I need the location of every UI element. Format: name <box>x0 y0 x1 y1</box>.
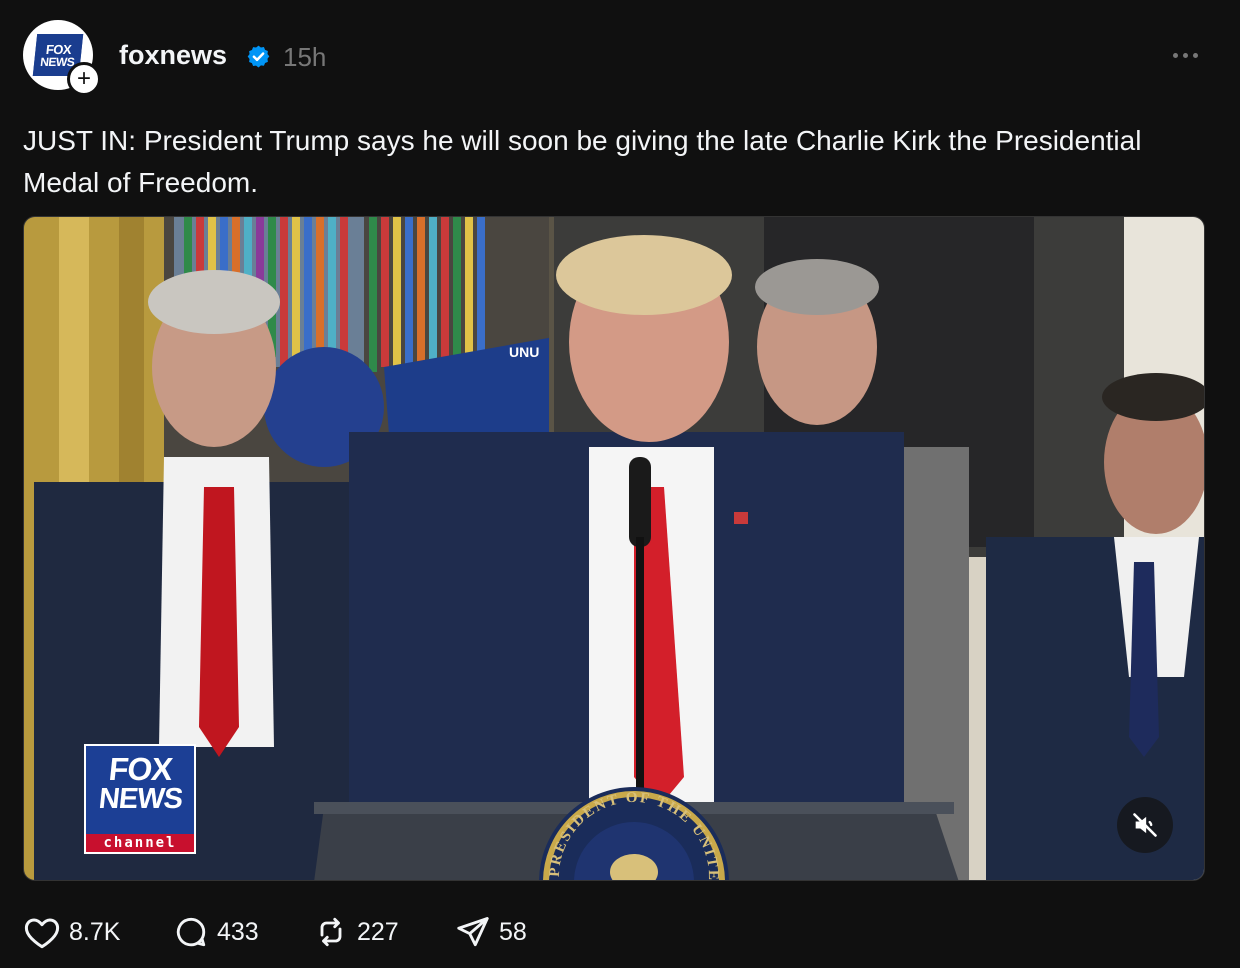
like-button[interactable]: 8.7K <box>23 914 120 950</box>
avatar-logo-fox: FOX <box>45 41 73 57</box>
share-count: 58 <box>499 917 527 946</box>
post-timestamp: 15h <box>283 42 327 72</box>
repost-button[interactable]: 227 <box>313 914 399 950</box>
logo-fox-text: FOX <box>106 751 174 787</box>
avatar[interactable]: FOX NEWS + <box>23 20 101 96</box>
follow-button[interactable]: + <box>67 62 101 96</box>
video-frame: UNU PRESIDENT OF THE UNITE <box>24 217 1204 880</box>
video-player[interactable]: UNU PRESIDENT OF THE UNITE FOX NEWS chan… <box>23 216 1205 881</box>
share-button[interactable]: 58 <box>455 914 527 950</box>
logo-channel-text: channel <box>86 834 194 852</box>
verified-badge-icon <box>247 45 270 68</box>
more-options-button[interactable] <box>1165 40 1205 70</box>
post-caption: JUST IN: President Trump says he will so… <box>23 125 1142 198</box>
heart-icon <box>24 918 60 949</box>
flag-text: UNU <box>509 344 539 360</box>
more-icon-dot <box>1182 52 1188 58</box>
logo-news-text: NEWS <box>96 783 184 815</box>
reply-button[interactable]: 433 <box>173 914 259 950</box>
comment-icon <box>176 917 206 947</box>
like-count: 8.7K <box>69 917 121 946</box>
repost-icon <box>320 917 342 947</box>
mute-icon <box>1133 813 1157 837</box>
threads-post: FOX NEWS + foxnews 15h JUST IN: Presiden… <box>0 0 1240 968</box>
avatar-logo-news: NEWS <box>39 54 76 69</box>
share-icon <box>457 917 489 947</box>
more-icon-dot <box>1192 52 1198 58</box>
mute-toggle-button[interactable] <box>1117 797 1173 853</box>
fox-news-channel-logo: FOX NEWS channel <box>84 744 196 854</box>
reply-count: 433 <box>217 917 259 946</box>
username[interactable]: foxnews <box>119 40 227 71</box>
repost-count: 227 <box>357 917 399 946</box>
more-icon <box>1172 52 1178 58</box>
